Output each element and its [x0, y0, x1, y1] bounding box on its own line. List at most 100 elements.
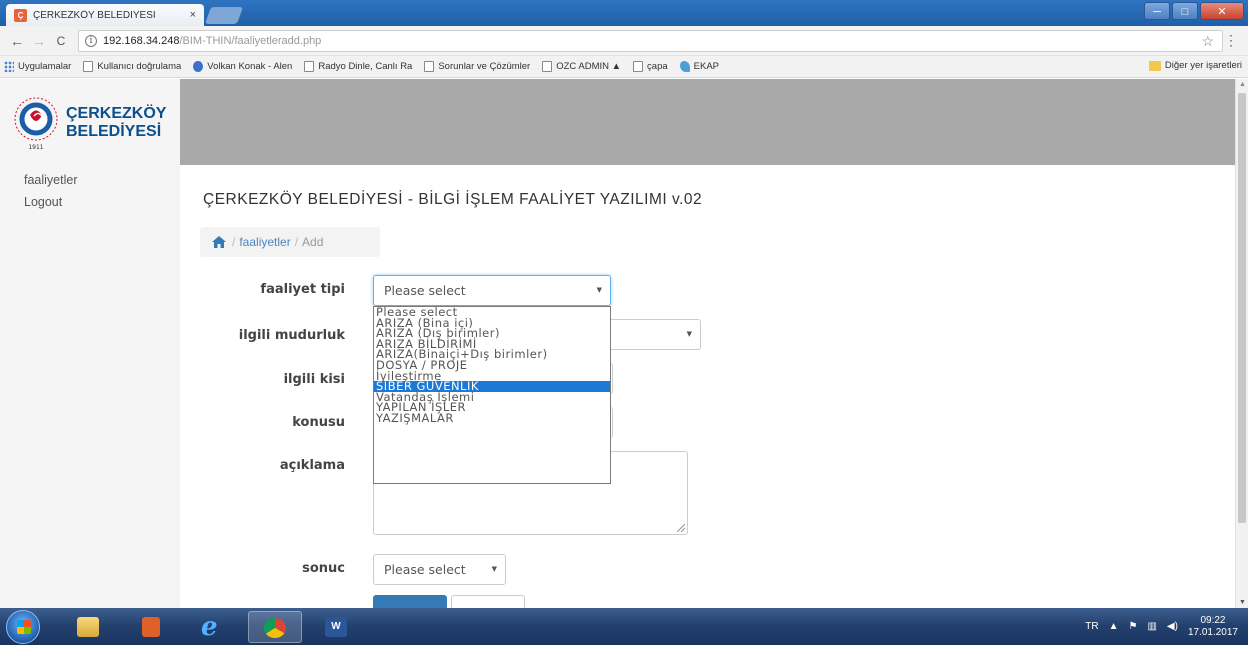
- submit-button[interactable]: [373, 595, 447, 608]
- address-bar[interactable]: i 192.168.34.248 /BIM-THIN/faaliyetlerad…: [78, 30, 1223, 52]
- web-page: 1911 ÇERKEZKÖY BELEDİYESİ faaliyetler Lo…: [0, 79, 1248, 608]
- chevron-down-icon: ▼: [596, 286, 602, 294]
- info-icon[interactable]: i: [85, 35, 97, 47]
- apps-grid-icon: [4, 61, 14, 72]
- clock-date: 17.01.2017: [1187, 626, 1238, 638]
- windows-logo-icon: [17, 620, 31, 634]
- action-center-flag-icon[interactable]: ⚑: [1128, 621, 1137, 632]
- word-icon: W: [325, 617, 347, 637]
- forward-icon[interactable]: →: [28, 33, 50, 49]
- network-icon[interactable]: ▥: [1147, 621, 1156, 632]
- window-minimize-button[interactable]: ─: [1144, 2, 1170, 20]
- home-icon[interactable]: [212, 236, 226, 248]
- dropdown-option[interactable]: YAZIŞMALAR: [374, 412, 610, 424]
- reload-icon[interactable]: C: [50, 34, 72, 48]
- aciklama-label: açıklama: [279, 458, 345, 473]
- bookmark-label: OZC ADMIN ▲: [556, 61, 622, 72]
- sidebar-nav: faaliyetler Logout: [24, 173, 78, 217]
- back-icon[interactable]: ←: [6, 33, 28, 49]
- page-scrollbar[interactable]: ▲ ▼: [1235, 79, 1248, 608]
- taskbar-word[interactable]: W: [310, 611, 364, 643]
- faaliyet-tipi-dropdown-list: Please select ARIZA (Bina içi) ARIZA (Dı…: [373, 306, 611, 484]
- faaliyet-tipi-selected-value: Please select: [384, 283, 466, 298]
- bookmark-label: Kullanıcı doğrulama: [97, 61, 182, 72]
- chevron-down-icon: ▼: [491, 565, 497, 573]
- taskbar-internet-explorer[interactable]: e: [186, 611, 240, 643]
- bookmark-item[interactable]: çapa: [633, 61, 668, 72]
- system-tray: TR ▲ ⚑ ▥ ◀) 09:22 17.01.2017: [1085, 608, 1248, 645]
- bookmark-label: Uygulamalar: [18, 61, 72, 72]
- scroll-thumb[interactable]: [1238, 93, 1246, 523]
- header-banner: [180, 79, 1235, 165]
- tab-close-icon[interactable]: ×: [190, 9, 196, 21]
- browser-menu-icon[interactable]: ⋮: [1224, 32, 1238, 49]
- site-logo[interactable]: 1911 ÇERKEZKÖY BELEDİYESİ: [14, 85, 184, 155]
- taskbar-media-player[interactable]: [124, 611, 178, 643]
- clock[interactable]: 09:22 17.01.2017: [1188, 615, 1238, 639]
- breadcrumb: / faaliyetler / Add: [200, 227, 380, 257]
- page-icon: [83, 61, 94, 72]
- bookmark-label: çapa: [647, 61, 668, 72]
- url-path: /BIM-THIN/faaliyetleradd.php: [179, 35, 322, 47]
- cancel-button[interactable]: [451, 595, 525, 608]
- browser-toolbar: ← → C i 192.168.34.248 /BIM-THIN/faaliye…: [0, 26, 1248, 56]
- sidebar-item-logout[interactable]: Logout: [24, 195, 78, 209]
- page-title: ÇERKEZKÖY BELEDİYESİ - BİLGİ İŞLEM FAALİ…: [203, 191, 703, 208]
- bookmark-label: Radyo Dinle, Canlı Ra: [318, 61, 413, 72]
- page-icon: [542, 61, 553, 72]
- start-button[interactable]: [6, 610, 40, 644]
- globe-icon: [193, 61, 204, 72]
- sidebar: 1911 ÇERKEZKÖY BELEDİYESİ faaliyetler Lo…: [0, 79, 180, 608]
- bookmark-label: Sorunlar ve Çözümler: [438, 61, 531, 72]
- faaliyet-tipi-select[interactable]: Please select ▼: [373, 275, 611, 306]
- municipality-seal-icon: 1911: [14, 97, 58, 151]
- bookmark-item[interactable]: EKAP: [679, 61, 720, 72]
- bookmark-item[interactable]: Radyo Dinle, Canlı Ra: [304, 61, 412, 72]
- taskbar-explorer[interactable]: [62, 611, 116, 643]
- faaliyet-tipi-label: faaliyet tipi: [260, 282, 345, 297]
- logo-text: ÇERKEZKÖY BELEDİYESİ: [66, 105, 166, 141]
- bookmark-apps[interactable]: Uygulamalar: [4, 61, 71, 72]
- ilgili-kisi-label: ilgili kisi: [283, 372, 345, 387]
- ilgili-mudurluk-label: ilgili mudurluk: [238, 328, 345, 343]
- folder-icon: [77, 617, 99, 637]
- volume-icon[interactable]: ◀): [1167, 621, 1178, 632]
- bookmark-item[interactable]: Sorunlar ve Çözümler: [424, 61, 530, 72]
- bookmark-star-icon[interactable]: ☆: [1201, 33, 1214, 50]
- window-maximize-button[interactable]: □: [1172, 2, 1198, 20]
- sonuc-label: sonuc: [302, 561, 345, 576]
- browser-tab[interactable]: Ç ÇERKEZKÖY BELEDİYESİ ×: [6, 4, 204, 26]
- new-tab-button[interactable]: [204, 7, 244, 24]
- taskbar-chrome[interactable]: [248, 611, 302, 643]
- sidebar-item-faaliyetler[interactable]: faaliyetler: [24, 173, 78, 187]
- folder-icon: [1148, 60, 1161, 71]
- breadcrumb-separator: /: [294, 235, 299, 249]
- breadcrumb-link-faaliyetler[interactable]: faaliyetler: [239, 235, 290, 249]
- sonuc-select[interactable]: Please select ▼: [373, 554, 506, 585]
- chevron-down-icon: ▼: [686, 330, 692, 338]
- bookmark-item[interactable]: Volkan Konak - Alen: [193, 61, 292, 72]
- bookmark-item[interactable]: Kullanıcı doğrulama: [83, 61, 181, 72]
- scroll-up-arrow-icon[interactable]: ▲: [1239, 81, 1246, 88]
- breadcrumb-current: Add: [302, 235, 324, 249]
- window-controls: ─ □ ✕: [1144, 2, 1244, 20]
- logo-line-1: ÇERKEZKÖY: [66, 105, 167, 122]
- scroll-down-arrow-icon[interactable]: ▼: [1239, 599, 1246, 606]
- other-bookmarks[interactable]: Diğer yer işaretleri: [1148, 60, 1242, 71]
- internet-explorer-icon: e: [201, 612, 218, 642]
- window-close-button[interactable]: ✕: [1200, 2, 1244, 20]
- bookmark-label: EKAP: [693, 61, 720, 72]
- logo-year: 1911: [28, 144, 43, 151]
- breadcrumb-separator: /: [232, 235, 236, 249]
- browser-titlebar: Ç ÇERKEZKÖY BELEDİYESİ × ─ □ ✕: [0, 0, 1248, 26]
- tray-expand-icon[interactable]: ▲: [1109, 621, 1119, 632]
- bookmark-label: Volkan Konak - Alen: [207, 61, 293, 72]
- other-bookmarks-label: Diğer yer işaretleri: [1164, 60, 1242, 71]
- url-host: 192.168.34.248: [103, 35, 180, 47]
- konusu-label: konusu: [292, 415, 345, 430]
- language-indicator[interactable]: TR: [1085, 621, 1098, 632]
- tab-title: ÇERKEZKÖY BELEDİYESİ: [33, 9, 156, 21]
- page-icon: [304, 61, 315, 72]
- resize-grip-icon[interactable]: [677, 524, 685, 532]
- bookmark-item[interactable]: OZC ADMIN ▲: [542, 61, 621, 72]
